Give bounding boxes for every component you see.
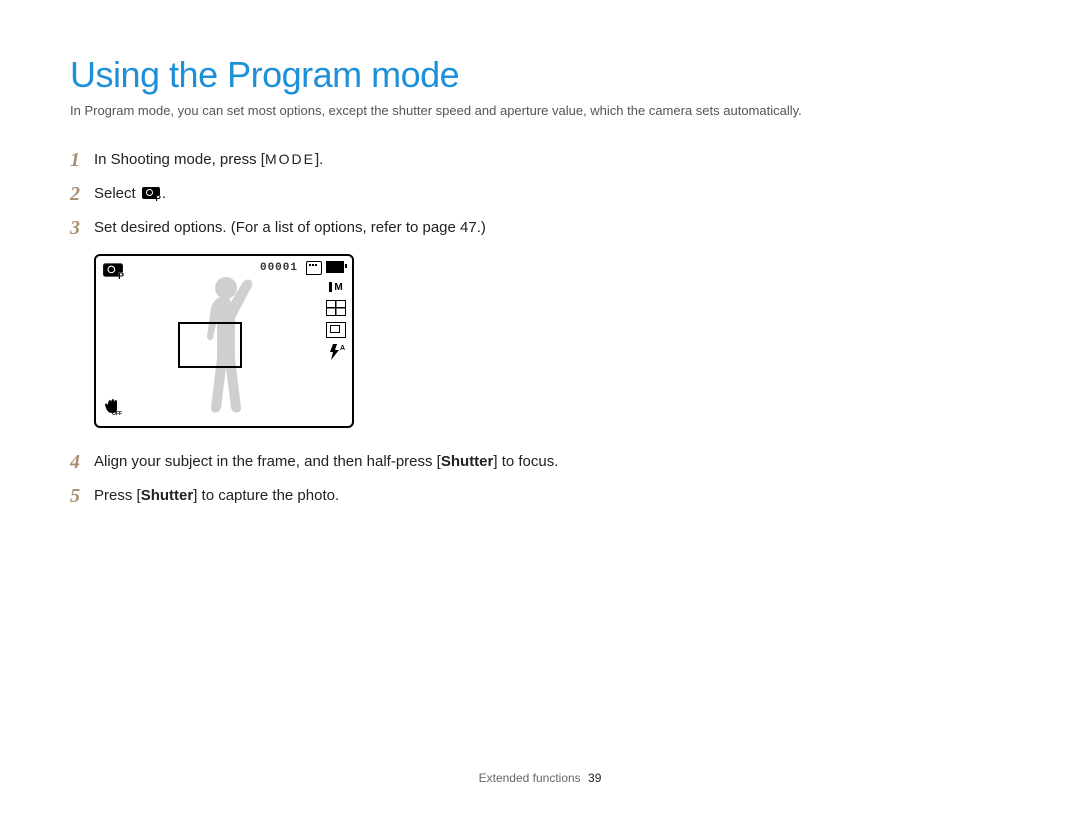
- step-text: In Shooting mode, press [MODE].: [94, 148, 323, 172]
- battery-icon: [326, 261, 344, 273]
- step-number: 2: [70, 182, 94, 206]
- quality-icon: [326, 300, 346, 316]
- step-5: 5 Press [Shutter] to capture the photo.: [70, 484, 590, 508]
- flash-auto-icon: A: [327, 344, 345, 360]
- step-4: 4 Align your subject in the frame, and t…: [70, 450, 590, 474]
- step-3: 3 Set desired options. (For a list of op…: [70, 216, 590, 240]
- program-mode-icon: [142, 187, 160, 199]
- intro-text: In Program mode, you can set most option…: [70, 102, 1020, 120]
- camera-display-illustration: 00001 M A: [94, 254, 354, 428]
- program-mode-icon: [102, 262, 124, 280]
- focus-frame: [178, 322, 242, 368]
- step-number: 5: [70, 484, 94, 508]
- svg-text:OFF: OFF: [112, 411, 122, 415]
- step-2: 2 Select .: [70, 182, 590, 206]
- step-text: Align your subject in the frame, and the…: [94, 450, 558, 474]
- shutter-label: Shutter: [441, 453, 494, 470]
- svg-text:A: A: [340, 345, 345, 352]
- focus-area-icon: [326, 322, 346, 338]
- step-number: 1: [70, 148, 94, 172]
- page-footer: Extended functions 39: [0, 771, 1080, 785]
- step-text: Set desired options. (For a list of opti…: [94, 216, 486, 240]
- display-right-icons: M A: [326, 280, 346, 360]
- shutter-label: Shutter: [141, 487, 194, 504]
- step-number: 4: [70, 450, 94, 474]
- image-size-icon: M: [327, 280, 345, 294]
- memory-card-icon: [306, 261, 322, 275]
- steps-list: 1 In Shooting mode, press [MODE]. 2 Sele…: [70, 148, 590, 508]
- mode-button-label: MODE: [265, 151, 315, 167]
- footer-section: Extended functions: [479, 771, 581, 785]
- step-1: 1 In Shooting mode, press [MODE].: [70, 148, 590, 172]
- image-stabilizer-off-icon: OFF: [102, 395, 122, 420]
- step-text: Select .: [94, 182, 166, 206]
- page-title: Using the Program mode: [70, 54, 1020, 96]
- page-number: 39: [588, 771, 601, 785]
- step-number: 3: [70, 216, 94, 240]
- step-text: Press [Shutter] to capture the photo.: [94, 484, 339, 508]
